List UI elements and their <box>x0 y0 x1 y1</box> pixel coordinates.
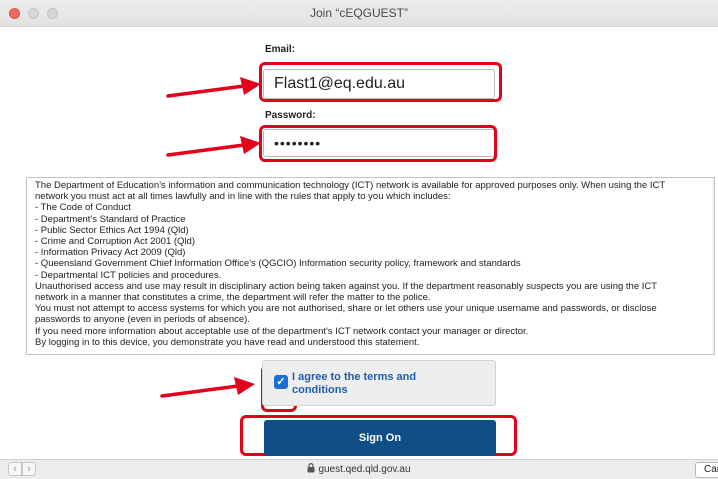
password-label: Password: <box>265 110 316 121</box>
terms-line: - Public Sector Ethics Act 1994 (Qld) <box>35 224 189 236</box>
lock-icon <box>307 463 315 473</box>
terms-line: - Department's Standard of Practice <box>35 213 186 225</box>
arrow-icon <box>166 136 261 157</box>
agree-terms-option[interactable]: ✓ I agree to the terms and conditions <box>262 360 496 406</box>
email-field[interactable] <box>263 69 495 99</box>
sign-on-button[interactable]: Sign On <box>264 420 496 456</box>
window-titlebar: Join “cEQGUEST” <box>0 0 718 27</box>
password-field[interactable] <box>263 129 495 157</box>
terms-line: passwords to anyone (even in periods of … <box>35 314 250 326</box>
checkmark-icon: ✓ <box>276 376 286 388</box>
terms-line: - Crime and Corruption Act 2001 (Qld) <box>35 236 195 248</box>
terms-text[interactable]: The Department of Education’s informatio… <box>26 177 715 355</box>
url-display: guest.qed.qld.gov.au <box>0 463 718 475</box>
email-label: Email: <box>265 44 296 55</box>
agree-checkbox[interactable]: ✓ <box>274 375 288 389</box>
terms-line: - Departmental ICT policies and procedur… <box>35 269 222 281</box>
terms-line: If you need more information about accep… <box>35 325 529 337</box>
terms-line: You must not attempt to access systems f… <box>35 303 657 315</box>
agree-label[interactable]: I agree to the terms and conditions <box>292 371 472 397</box>
terms-line: - Information Privacy Act 2009 (Qld) <box>35 247 186 259</box>
bottom-bar: ‹ › guest.qed.qld.gov.au Cancel <box>0 459 718 479</box>
terms-line: - Queensland Government Chief Informatio… <box>35 258 521 270</box>
arrow-icon <box>166 77 261 98</box>
terms-scrollbar[interactable] <box>712 178 714 354</box>
arrow-icon <box>160 377 255 398</box>
window-title: Join “cEQGUEST” <box>309 6 408 20</box>
terms-line: Unauthorised access and use may result i… <box>35 280 658 292</box>
terms-line: - The Code of Conduct <box>35 202 131 214</box>
terms-line: By logging in to this device, you demons… <box>35 336 420 348</box>
cancel-button[interactable]: Cancel <box>695 462 718 478</box>
login-form: Email: Password: The Department of Educa… <box>0 27 718 459</box>
terms-line: network in a manner that constitutes a c… <box>35 292 431 304</box>
url-text: guest.qed.qld.gov.au <box>318 464 411 475</box>
terms-line: network you must act at all times lawful… <box>35 191 451 203</box>
terms-line: The Department of Education’s informatio… <box>35 180 666 191</box>
